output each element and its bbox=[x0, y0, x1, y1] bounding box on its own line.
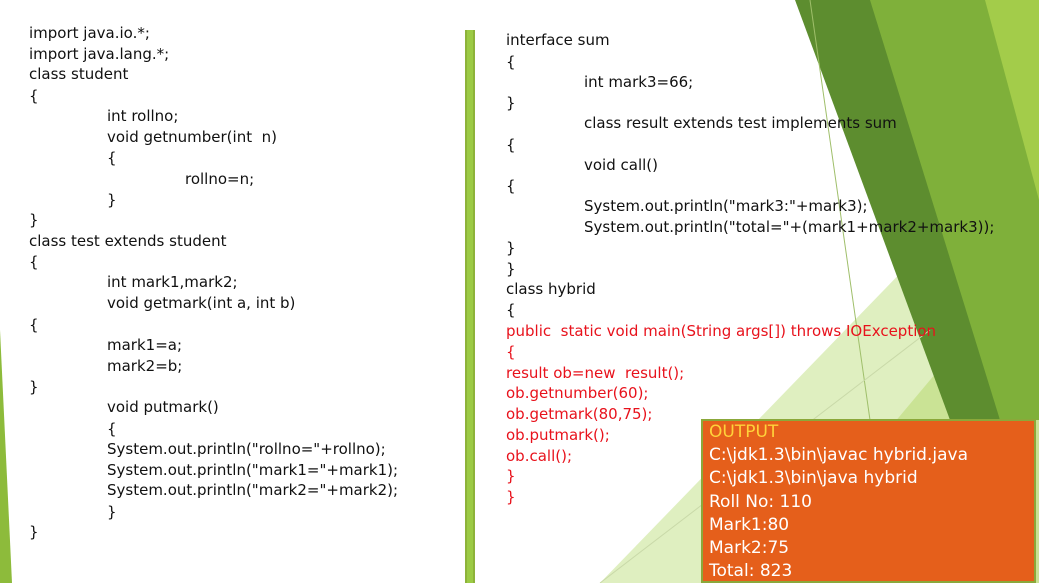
code-line: System.out.println("mark1="+mark1); bbox=[107, 461, 399, 479]
output-line: Mark1:80 bbox=[709, 515, 790, 535]
code-line: mark2=b; bbox=[107, 357, 183, 375]
code-line: class result extends test implements sum bbox=[584, 114, 897, 132]
code-line: { bbox=[506, 301, 516, 319]
output-line: Total: 823 bbox=[709, 561, 793, 581]
code-line: void getnumber(int n) bbox=[107, 128, 277, 146]
output-line: Roll No: 110 bbox=[709, 492, 812, 512]
code-line: class hybrid bbox=[506, 280, 596, 298]
code-line: } bbox=[107, 191, 117, 209]
output-line: C:\jdk1.3\bin\java hybrid bbox=[709, 468, 918, 488]
code-line: } bbox=[29, 211, 39, 229]
code-line-highlight: public static void main(String args[]) t… bbox=[506, 322, 937, 340]
output-title: OUTPUT bbox=[709, 422, 779, 442]
code-line: { bbox=[29, 253, 39, 271]
code-line: import java.io.*; bbox=[29, 24, 150, 42]
code-line: } bbox=[506, 239, 516, 257]
code-line: interface sum bbox=[506, 31, 610, 49]
code-line: class test extends student bbox=[29, 232, 227, 250]
output-line: Mark2:75 bbox=[709, 538, 790, 558]
output-panel: OUTPUT C:\jdk1.3\bin\javac hybrid.java C… bbox=[701, 419, 1036, 583]
code-line: import java.lang.*; bbox=[29, 45, 170, 63]
code-line: { bbox=[506, 136, 516, 154]
code-line: rollno=n; bbox=[185, 170, 255, 188]
code-line: int rollno; bbox=[107, 107, 179, 125]
code-line: } bbox=[107, 503, 117, 521]
code-line: System.out.println("mark2="+mark2); bbox=[107, 481, 399, 499]
code-line-highlight: ob.putmark(); bbox=[506, 426, 610, 444]
code-line-highlight: { bbox=[506, 343, 516, 361]
code-line-highlight: } bbox=[506, 488, 516, 506]
code-line: { bbox=[107, 149, 117, 167]
code-line-highlight: ob.call(); bbox=[506, 447, 572, 465]
code-line: System.out.println("rollno="+rollno); bbox=[107, 440, 386, 458]
code-line: } bbox=[29, 378, 39, 396]
code-line-highlight: result ob=new result(); bbox=[506, 364, 685, 382]
output-line: C:\jdk1.3\bin\javac hybrid.java bbox=[709, 445, 968, 465]
code-line: int mark1,mark2; bbox=[107, 273, 238, 291]
code-line: void getmark(int a, int b) bbox=[107, 294, 296, 312]
code-line: { bbox=[107, 420, 117, 438]
code-line: System.out.println("mark3:"+mark3); bbox=[584, 197, 868, 215]
code-line: mark1=a; bbox=[107, 336, 183, 354]
code-line: { bbox=[506, 53, 516, 71]
code-line: int mark3=66; bbox=[584, 73, 694, 91]
code-line: } bbox=[506, 94, 516, 112]
code-line: void call() bbox=[584, 156, 658, 174]
code-line: System.out.println("total="+(mark1+mark2… bbox=[584, 218, 995, 236]
code-line-highlight: ob.getnumber(60); bbox=[506, 384, 649, 402]
code-line: } bbox=[506, 260, 516, 278]
code-line: } bbox=[29, 523, 39, 541]
code-line-highlight: ob.getmark(80,75); bbox=[506, 405, 653, 423]
code-line: { bbox=[29, 316, 39, 334]
code-line: { bbox=[506, 177, 516, 195]
code-line-highlight: } bbox=[506, 467, 516, 485]
code-line: { bbox=[29, 87, 39, 105]
code-line: class student bbox=[29, 65, 129, 83]
code-line: void putmark() bbox=[107, 398, 219, 416]
